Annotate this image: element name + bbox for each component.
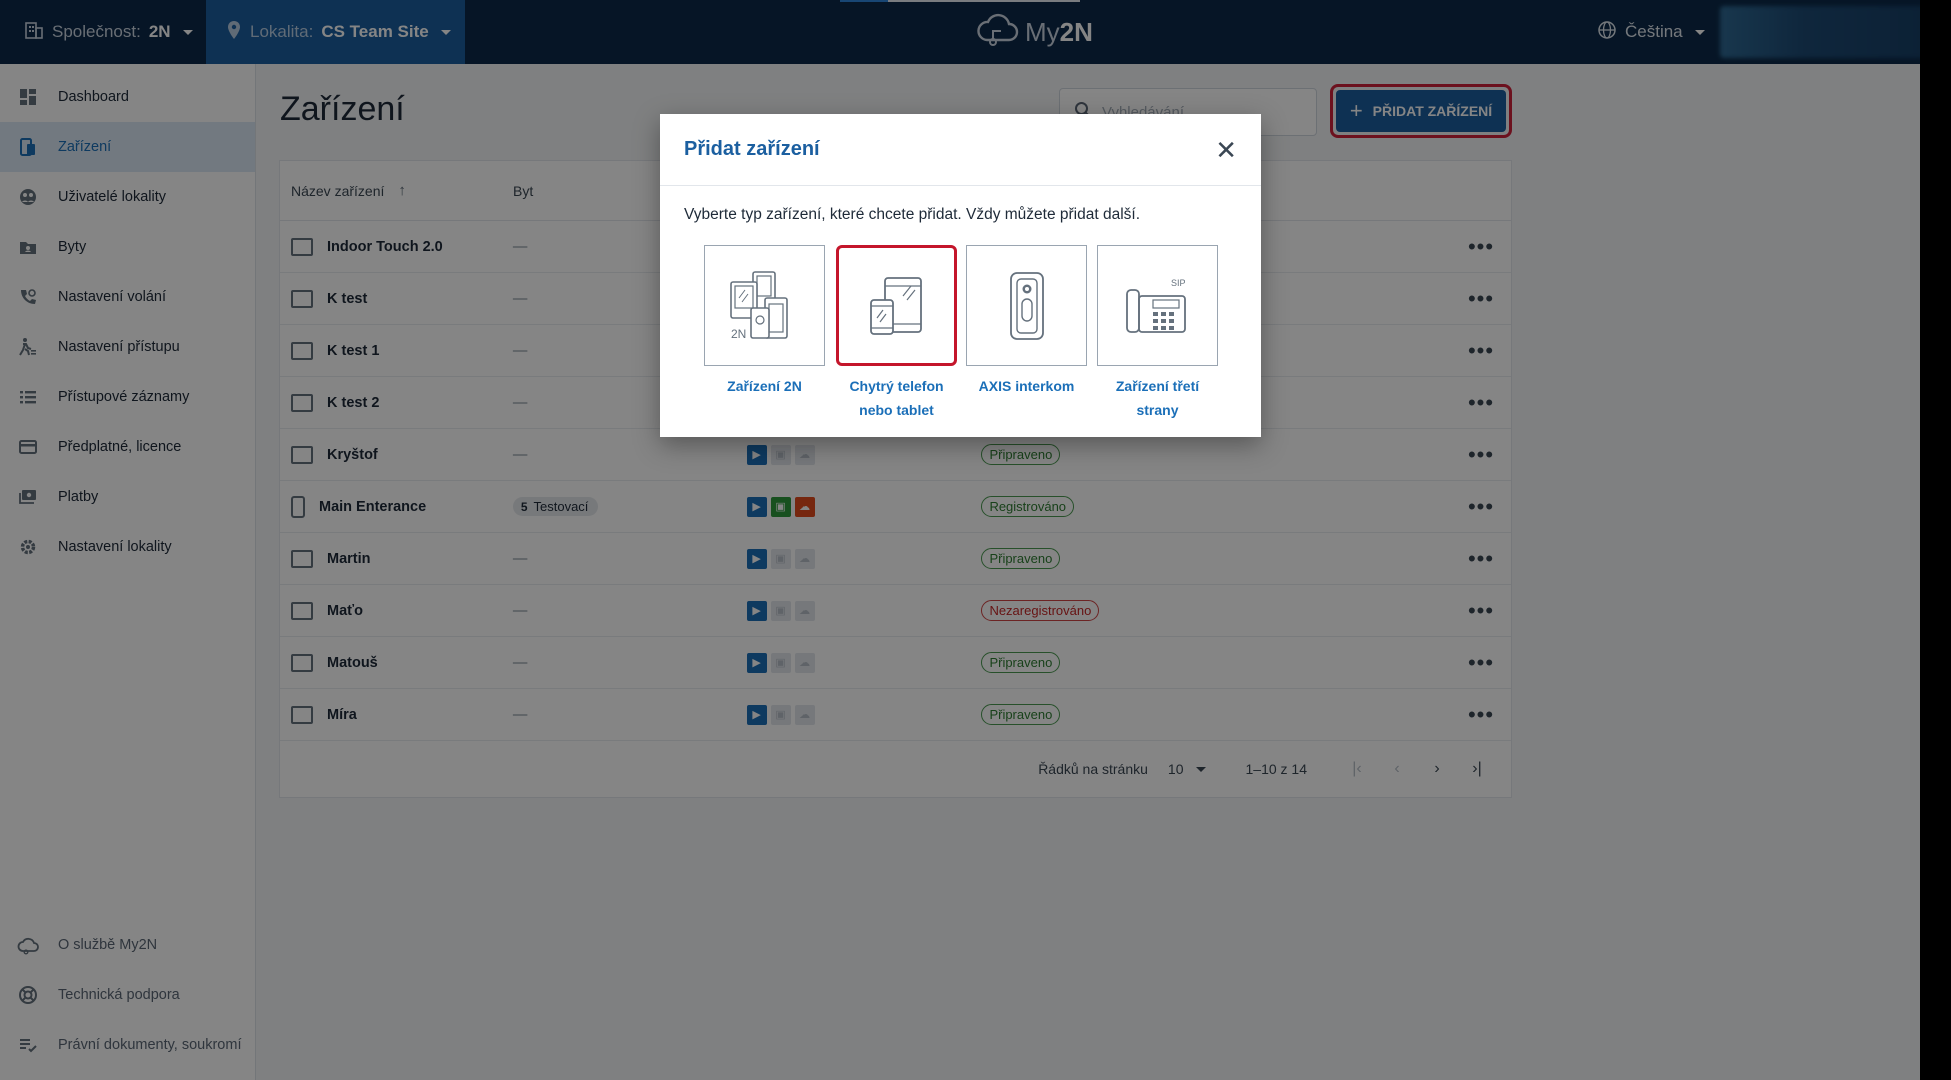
dialog-header: Přidat zařízení ✕	[660, 114, 1261, 186]
svg-text:2N: 2N	[731, 327, 746, 341]
device-type-third-party[interactable]: SIP Zařízení třetí strany	[1097, 245, 1218, 422]
device-type-2n[interactable]: 2N Zařízení 2N	[704, 245, 825, 398]
tile-label: Zařízení třetí	[1115, 378, 1200, 394]
dialog-description: Vyberte typ zařízení, které chcete přida…	[684, 206, 1141, 223]
dialog-title: Přidat zařízení	[684, 138, 820, 160]
smartphone-tablet-icon	[836, 245, 957, 366]
add-device-dialog: Přidat zařízení ✕ Vyberte typ zařízení, …	[660, 114, 1261, 437]
device-type-axis[interactable]: AXIS interkom	[966, 245, 1087, 398]
sip-phone-icon: SIP	[1097, 245, 1218, 366]
close-icon[interactable]: ✕	[1215, 137, 1237, 163]
tile-label: Chytrý telefon	[849, 378, 944, 394]
svg-text:SIP: SIP	[1171, 278, 1186, 288]
tile-label: AXIS interkom	[978, 378, 1075, 394]
right-edge	[1920, 0, 1951, 1080]
tile-label: nebo tablet	[859, 402, 934, 418]
axis-intercom-icon	[966, 245, 1087, 366]
tile-label: strany	[1136, 402, 1179, 418]
device-2n-icon: 2N	[704, 245, 825, 366]
device-type-smartphone-tablet[interactable]: Chytrý telefon nebo tablet	[836, 245, 957, 422]
tile-label: Zařízení 2N	[727, 378, 802, 394]
